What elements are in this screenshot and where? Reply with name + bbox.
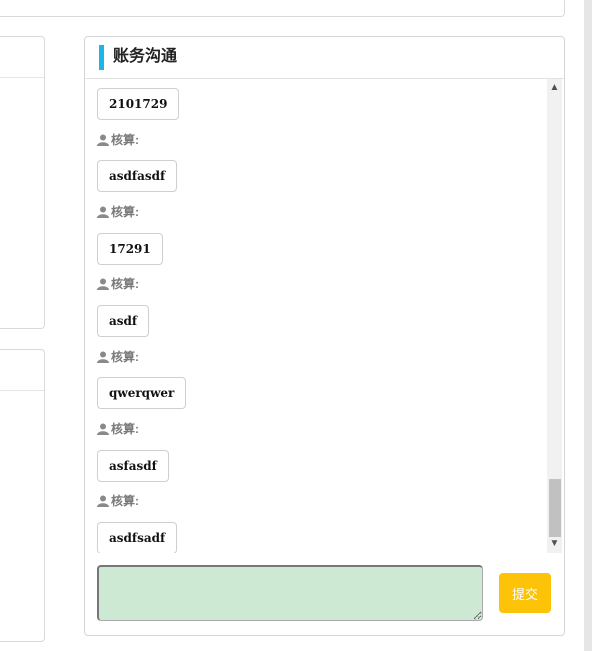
message-sender: 核算: bbox=[97, 493, 139, 509]
message-scrollbar[interactable]: ▲ ▼ bbox=[547, 79, 562, 553]
message-sender: 核算: bbox=[97, 204, 139, 220]
message-bubble: asdfasdf bbox=[97, 160, 178, 192]
page: 账务沟通 2101729 核算: asdfasdf 核算: 17291 核算: … bbox=[0, 0, 592, 651]
scroll-down-arrow-icon[interactable]: ▼ bbox=[547, 537, 562, 551]
left-panel-lower bbox=[0, 349, 45, 642]
user-icon bbox=[97, 134, 109, 146]
user-icon bbox=[97, 351, 109, 363]
message-bubble: asdf bbox=[97, 305, 150, 337]
panel-title: 账务沟通 bbox=[113, 48, 178, 65]
top-panel bbox=[0, 0, 565, 17]
user-icon bbox=[97, 495, 109, 507]
message-bubble: asfasdf bbox=[97, 450, 169, 482]
message-list[interactable]: 2101729 核算: asdfasdf 核算: 17291 核算: asdf … bbox=[85, 79, 547, 553]
message-bubble: qwerqwer bbox=[97, 377, 187, 409]
sender-label: 核算: bbox=[111, 350, 139, 364]
resize-grip-icon[interactable]: ⋰ bbox=[474, 613, 482, 621]
user-icon bbox=[97, 278, 109, 290]
sender-label: 核算: bbox=[111, 422, 139, 436]
submit-button[interactable]: 提交 bbox=[499, 573, 551, 613]
scroll-thumb[interactable] bbox=[549, 479, 561, 537]
reply-textarea[interactable] bbox=[97, 565, 483, 621]
title-accent-bar bbox=[99, 45, 104, 70]
message-sender: 核算: bbox=[97, 421, 139, 437]
user-icon bbox=[97, 206, 109, 218]
sender-label: 核算: bbox=[111, 133, 139, 147]
account-communication-panel: 账务沟通 2101729 核算: asdfasdf 核算: 17291 核算: … bbox=[84, 36, 565, 636]
sender-label: 核算: bbox=[111, 277, 139, 291]
message-bubble: 2101729 bbox=[97, 88, 180, 120]
left-panel-upper bbox=[0, 36, 45, 329]
message-bubble: 17291 bbox=[97, 233, 163, 265]
message-sender: 核算: bbox=[97, 276, 139, 292]
user-icon bbox=[97, 423, 109, 435]
sender-label: 核算: bbox=[111, 494, 139, 508]
sender-label: 核算: bbox=[111, 205, 139, 219]
scroll-up-arrow-icon[interactable]: ▲ bbox=[547, 81, 562, 95]
page-scrollbar[interactable] bbox=[584, 0, 592, 651]
message-sender: 核算: bbox=[97, 132, 139, 148]
message-bubble: asdfsadf bbox=[97, 522, 178, 553]
message-sender: 核算: bbox=[97, 349, 139, 365]
panel-header: 账务沟通 bbox=[85, 37, 564, 79]
